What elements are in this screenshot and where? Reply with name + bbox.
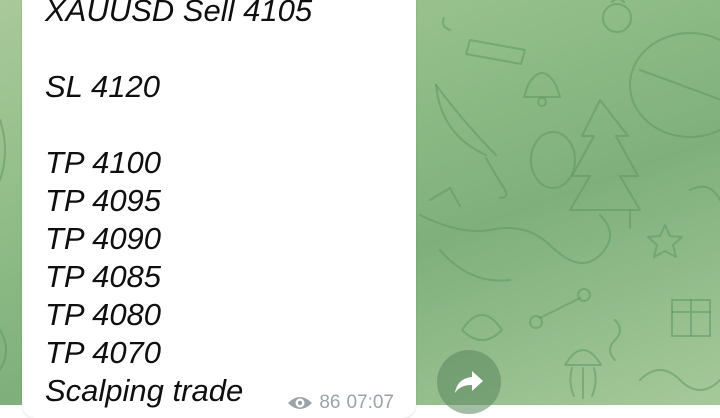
share-arrow-icon (455, 371, 483, 393)
message-line: TP 4085 (45, 259, 162, 294)
message-line (45, 106, 312, 144)
message-line: SL 4120 (45, 69, 160, 104)
message-time: 07:07 (346, 392, 394, 413)
message-line: TP 4070 (45, 335, 162, 370)
message-bubble[interactable]: XAUUSD Sell 4105 SL 4120 TP 4100 TP 4095… (22, 0, 416, 418)
message-line: Scalping trade (45, 373, 244, 408)
message-line: TP 4100 (45, 145, 162, 180)
forward-button[interactable] (437, 350, 501, 414)
views-count: 86 (319, 392, 341, 413)
message-line: TP 4095 (45, 183, 162, 218)
eye-icon (287, 394, 313, 412)
message-line: XAUUSD Sell 4105 (45, 0, 313, 28)
message-text: XAUUSD Sell 4105 SL 4120 TP 4100 TP 4095… (45, 0, 312, 410)
message-line: TP 4080 (45, 297, 162, 332)
message-meta: 86 07:07 (287, 392, 394, 414)
message-line: TP 4090 (45, 221, 162, 256)
message-line (45, 30, 312, 68)
